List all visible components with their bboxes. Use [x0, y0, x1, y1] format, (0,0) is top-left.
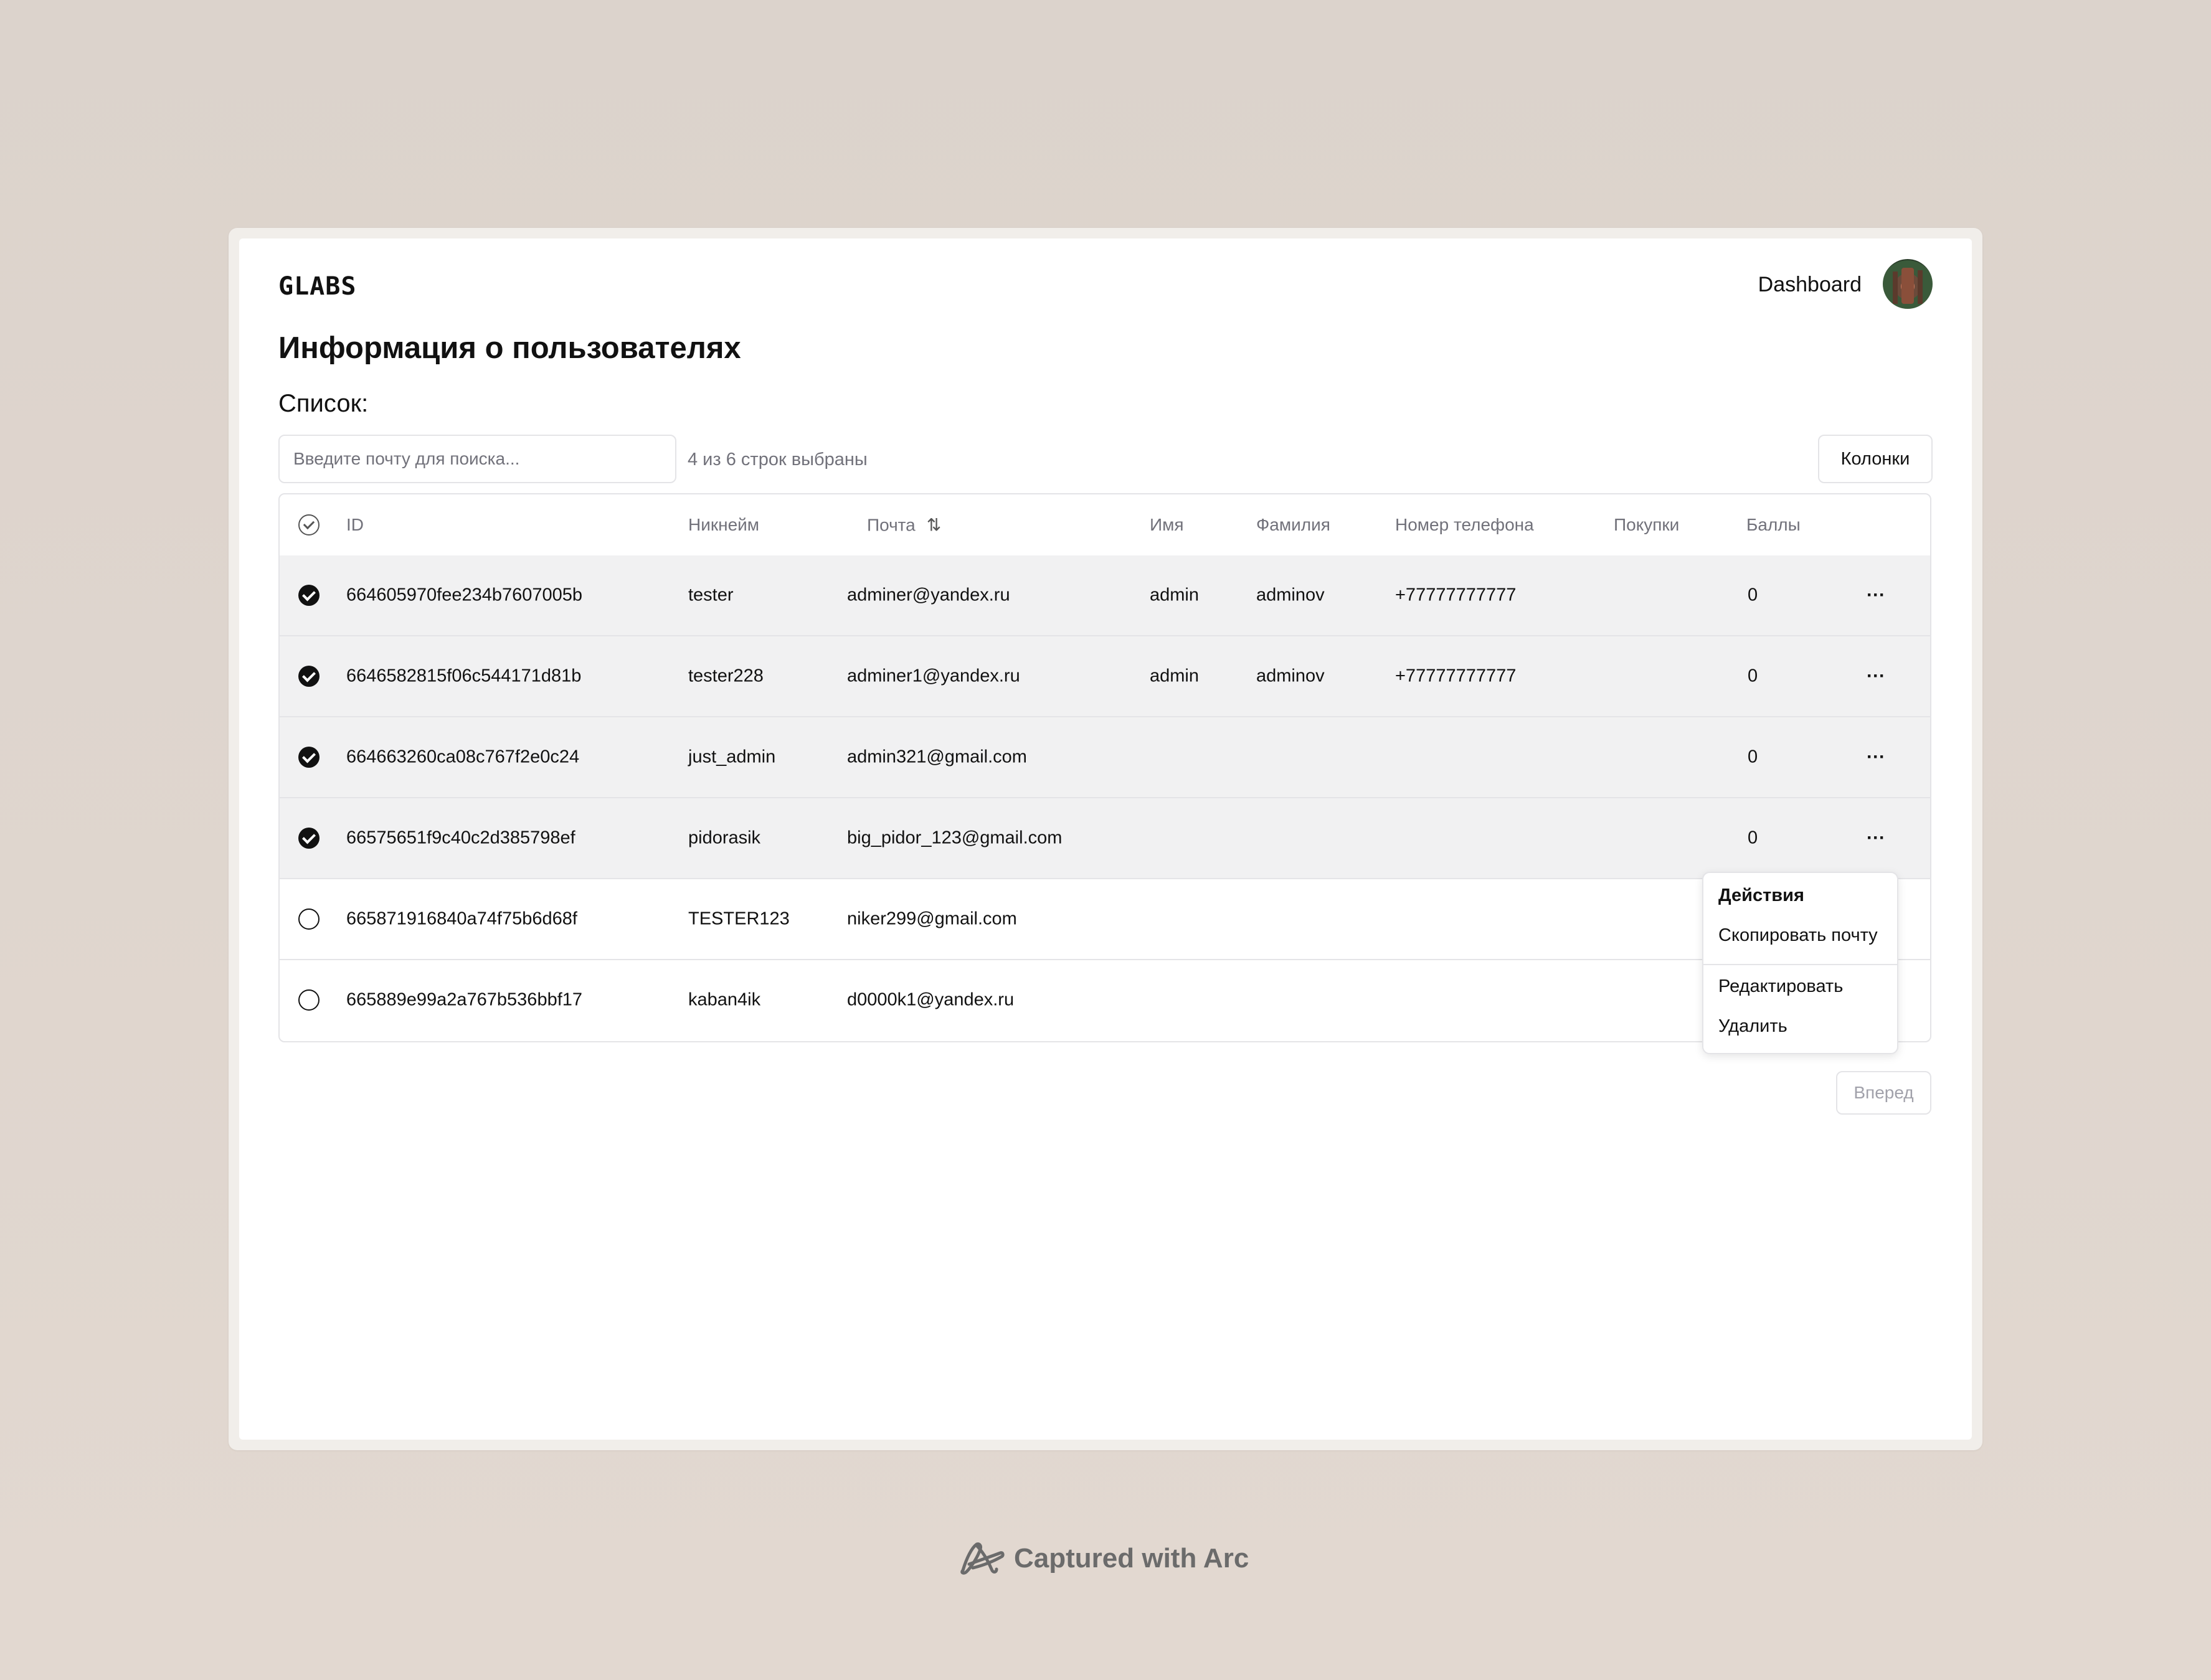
arc-logo-icon: [960, 1542, 1005, 1575]
cell-nickname: kaban4ik: [688, 989, 761, 1010]
next-page-button[interactable]: Вперед: [1836, 1071, 1931, 1115]
table-row[interactable]: 664605970fee234b7607005b tester adminer@…: [280, 555, 1930, 636]
cell-points: 0: [1748, 828, 1758, 848]
column-header-purchases: Покупки: [1614, 515, 1680, 534]
columns-button[interactable]: Колонки: [1818, 435, 1933, 483]
menu-item-copy-email[interactable]: Скопировать почту: [1718, 925, 1878, 946]
search-input[interactable]: [278, 435, 676, 483]
cell-id: 6646582815f06c544171d81b: [346, 666, 582, 686]
cell-id: 665889e99a2a767b536bbf17: [346, 989, 583, 1010]
row-actions-button[interactable]: ···: [1867, 585, 1885, 606]
list-label: Список:: [278, 390, 369, 417]
table-header-row: ID Никнейм Почта ⇅ Имя Фамилия Номер теле…: [280, 494, 1930, 557]
column-header-email[interactable]: Почта ⇅: [867, 515, 941, 536]
column-header-email-label: Почта: [867, 515, 916, 535]
column-header-points: Баллы: [1746, 515, 1801, 534]
avatar[interactable]: [1883, 259, 1933, 309]
row-checkbox[interactable]: [298, 828, 320, 849]
cell-first-name: admin: [1150, 585, 1199, 605]
menu-item-edit[interactable]: Редактировать: [1718, 976, 1843, 997]
cell-points: 0: [1748, 585, 1758, 605]
column-header-phone: Номер телефона: [1395, 515, 1534, 534]
row-checkbox[interactable]: [298, 666, 320, 687]
row-actions-button[interactable]: ···: [1867, 666, 1885, 687]
actions-menu-heading: Действия: [1718, 885, 1804, 905]
cell-points: 0: [1748, 666, 1758, 686]
table-row[interactable]: 665889e99a2a767b536bbf17 kaban4ik d0000k…: [280, 960, 1930, 1040]
cell-email: admin321@gmail.com: [847, 747, 1027, 767]
row-checkbox[interactable]: [298, 747, 320, 768]
dashboard-link[interactable]: Dashboard: [1758, 273, 1862, 297]
cell-phone: +77777777777: [1395, 666, 1517, 686]
app-window: GLABS Dashboard Информация о пользовател…: [239, 238, 1972, 1440]
cell-email: adminer@yandex.ru: [847, 585, 1010, 605]
table-row[interactable]: 664663260ca08c767f2e0c24 just_admin admi…: [280, 717, 1930, 798]
browser-frame: GLABS Dashboard Информация о пользовател…: [229, 228, 1982, 1450]
cell-email: adminer1@yandex.ru: [847, 666, 1020, 686]
cell-id: 665871916840a74f75b6d68f: [346, 908, 577, 929]
cell-email: big_pidor_123@gmail.com: [847, 828, 1063, 848]
cell-points: 0: [1748, 747, 1758, 767]
table-row[interactable]: 665871916840a74f75b6d68f TESTER123 niker…: [280, 879, 1930, 960]
menu-divider: [1703, 964, 1897, 965]
row-actions-button[interactable]: ···: [1867, 747, 1885, 768]
capture-footer: Captured with Arc: [958, 1539, 1249, 1578]
row-actions-button[interactable]: ···: [1867, 828, 1885, 849]
cell-nickname: just_admin: [688, 747, 776, 767]
cell-last-name: adminov: [1256, 666, 1325, 686]
column-header-id: ID: [346, 515, 364, 534]
cell-id: 664663260ca08c767f2e0c24: [346, 747, 580, 767]
cell-email: niker299@gmail.com: [847, 908, 1017, 929]
cell-email: d0000k1@yandex.ru: [847, 989, 1015, 1010]
page-title: Информация о пользователях: [278, 331, 741, 365]
cell-first-name: admin: [1150, 666, 1199, 686]
selection-status: 4 из 6 строк выбраны: [688, 450, 868, 470]
cell-nickname: tester228: [688, 666, 764, 686]
cell-nickname: pidorasik: [688, 828, 761, 848]
column-header-first-name: Имя: [1150, 515, 1184, 534]
cell-id: 664605970fee234b7607005b: [346, 585, 583, 605]
column-header-last-name: Фамилия: [1256, 515, 1330, 534]
footer-text: Captured with Arc: [1014, 1543, 1249, 1574]
users-table: ID Никнейм Почта ⇅ Имя Фамилия Номер теле…: [278, 493, 1931, 1042]
row-checkbox[interactable]: [298, 989, 320, 1011]
cell-last-name: adminov: [1256, 585, 1325, 605]
cell-nickname: TESTER123: [688, 908, 790, 929]
select-all-checkbox[interactable]: [298, 514, 320, 536]
cell-phone: +77777777777: [1395, 585, 1517, 605]
brand-logo[interactable]: GLABS: [278, 272, 356, 301]
cell-nickname: tester: [688, 585, 734, 605]
row-checkbox[interactable]: [298, 585, 320, 606]
column-header-nickname: Никнейм: [688, 515, 760, 534]
table-row[interactable]: 6646582815f06c544171d81b tester228 admin…: [280, 636, 1930, 717]
cell-id: 66575651f9c40c2d385798ef: [346, 828, 575, 848]
sort-icon[interactable]: ⇅: [927, 515, 941, 536]
menu-item-delete[interactable]: Удалить: [1718, 1016, 1787, 1037]
table-row[interactable]: 66575651f9c40c2d385798ef pidorasik big_p…: [280, 798, 1930, 879]
row-actions-menu: Действия Скопировать почту Редактировать…: [1702, 872, 1898, 1054]
row-checkbox[interactable]: [298, 908, 320, 930]
